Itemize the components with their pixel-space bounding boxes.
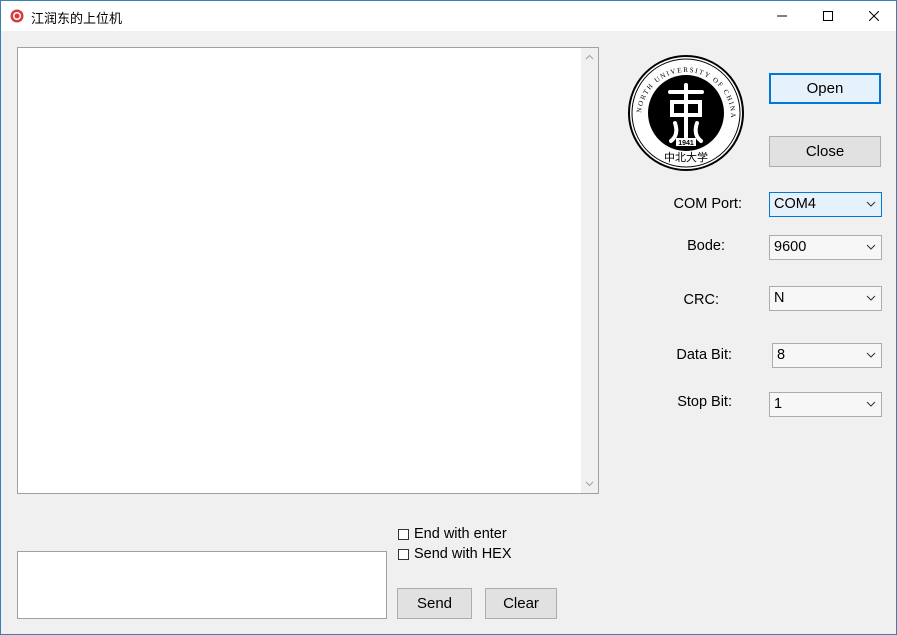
chevron-down-icon <box>866 295 876 301</box>
receive-scrollbar[interactable] <box>581 48 598 493</box>
checkbox-box[interactable] <box>398 548 409 560</box>
crc-select[interactable]: N <box>769 286 882 311</box>
minimize-icon <box>777 15 787 17</box>
stop-bit-value: 1 <box>774 396 783 412</box>
stop-bit-label: Stop Bit: <box>677 394 732 410</box>
chevron-down-icon <box>866 201 876 207</box>
data-bit-label: Data Bit: <box>676 347 732 363</box>
logo-year: 1941 <box>678 140 694 147</box>
chevron-down-icon <box>866 244 876 250</box>
bode-label: Bode: <box>687 238 725 254</box>
maximize-button[interactable] <box>805 1 851 31</box>
send-textarea[interactable] <box>17 551 387 619</box>
send-with-hex-checkbox[interactable]: Send with HEX <box>398 546 512 562</box>
close-window-button[interactable] <box>851 1 897 31</box>
open-button[interactable]: Open <box>769 73 881 104</box>
maximize-icon <box>823 11 833 21</box>
com-port-select[interactable]: COM4 <box>769 192 882 217</box>
app-icon <box>10 9 24 23</box>
close-port-button[interactable]: Close <box>769 136 881 167</box>
crc-label: CRC: <box>683 292 719 308</box>
receive-textarea[interactable] <box>17 47 599 494</box>
com-port-label: COM Port: <box>673 196 742 212</box>
close-icon <box>869 11 879 21</box>
minimize-button[interactable] <box>759 1 805 31</box>
window-title: 江润东的上位机 <box>31 11 123 26</box>
send-with-hex-label: Send with HEX <box>414 546 512 562</box>
end-with-enter-checkbox[interactable]: End with enter <box>398 526 507 542</box>
chevron-down-icon <box>866 352 876 358</box>
bode-value: 9600 <box>774 239 807 255</box>
logo-chinese: 中北大学 <box>664 150 708 164</box>
scroll-down-icon[interactable] <box>585 479 594 488</box>
title-bar: 江润东的上位机 <box>1 1 896 31</box>
end-with-enter-label: End with enter <box>414 526 507 542</box>
stop-bit-select[interactable]: 1 <box>769 392 882 417</box>
checkbox-box[interactable] <box>398 528 409 540</box>
scroll-up-icon[interactable] <box>585 53 594 62</box>
data-bit-select[interactable]: 8 <box>772 343 882 368</box>
com-port-value: COM4 <box>774 196 816 212</box>
crc-value: N <box>774 290 785 306</box>
main-window: 江润东的上位机 1941 NORTH UNIVERSITY OF CHINA 中… <box>0 0 897 635</box>
university-logo: 1941 NORTH UNIVERSITY OF CHINA 中北大学 <box>628 55 744 171</box>
send-button[interactable]: Send <box>397 588 472 619</box>
chevron-down-icon <box>866 401 876 407</box>
data-bit-value: 8 <box>777 347 786 363</box>
clear-button[interactable]: Clear <box>485 588 557 619</box>
bode-select[interactable]: 9600 <box>769 235 882 260</box>
